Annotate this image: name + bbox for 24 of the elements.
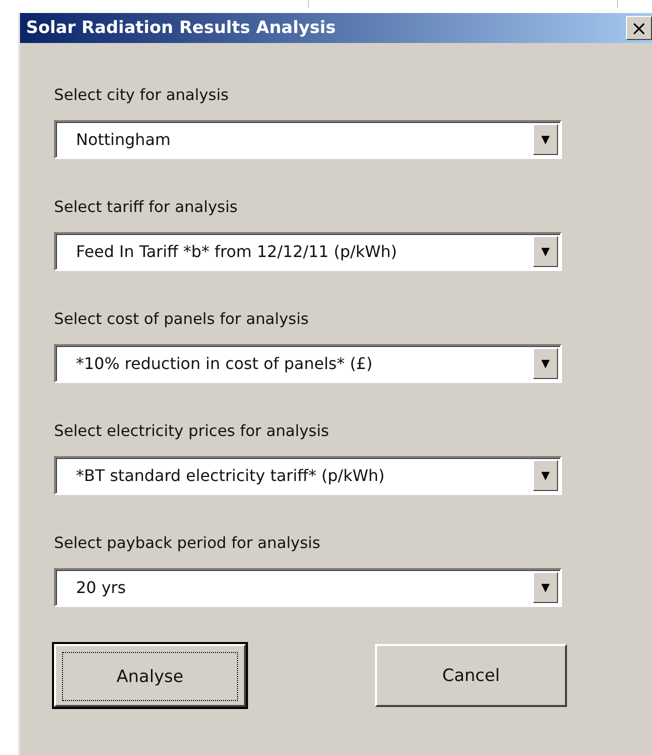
field-label: Select electricity prices for analysis	[54, 421, 330, 442]
window-title: Solar Radiation Results Analysis	[26, 18, 336, 38]
cancel-button[interactable]: Cancel	[375, 644, 567, 707]
dropdown-arrow-button[interactable]: ▼	[533, 236, 558, 267]
dropdown-arrow-button[interactable]: ▼	[533, 124, 558, 155]
dropdown-arrow-button[interactable]: ▼	[533, 460, 558, 491]
dropdown[interactable]: *BT standard electricity tariff* (p/kWh) ▼	[54, 456, 562, 495]
dropdown[interactable]: Nottingham ▼	[54, 120, 562, 159]
dropdown-arrow-button[interactable]: ▼	[533, 348, 558, 379]
dropdown-arrow-button[interactable]: ▼	[533, 572, 558, 603]
field-label: Select cost of panels for analysis	[54, 309, 310, 330]
dropdown-value: Nottingham	[76, 130, 171, 149]
dropdown-value: Feed In Tariff *b* from 12/12/11 (p/kWh)	[76, 242, 398, 261]
field-label: Select tariff for analysis	[54, 197, 239, 218]
dropdown[interactable]: Feed In Tariff *b* from 12/12/11 (p/kWh) ▼	[54, 232, 562, 271]
field-label: Select city for analysis	[54, 85, 230, 106]
dropdown-value: 20 yrs	[76, 578, 126, 597]
dropdown-value: *10% reduction in cost of panels* (£)	[76, 354, 372, 373]
dropdown[interactable]: *10% reduction in cost of panels* (£) ▼	[54, 344, 562, 383]
dropdown-value: *BT standard electricity tariff* (p/kWh)	[76, 466, 385, 485]
close-button[interactable]: ×	[626, 16, 652, 40]
dropdown[interactable]: 20 yrs ▼	[54, 568, 562, 607]
field-label: Select payback period for analysis	[54, 533, 322, 554]
analyse-button[interactable]: Analyse	[54, 644, 246, 707]
